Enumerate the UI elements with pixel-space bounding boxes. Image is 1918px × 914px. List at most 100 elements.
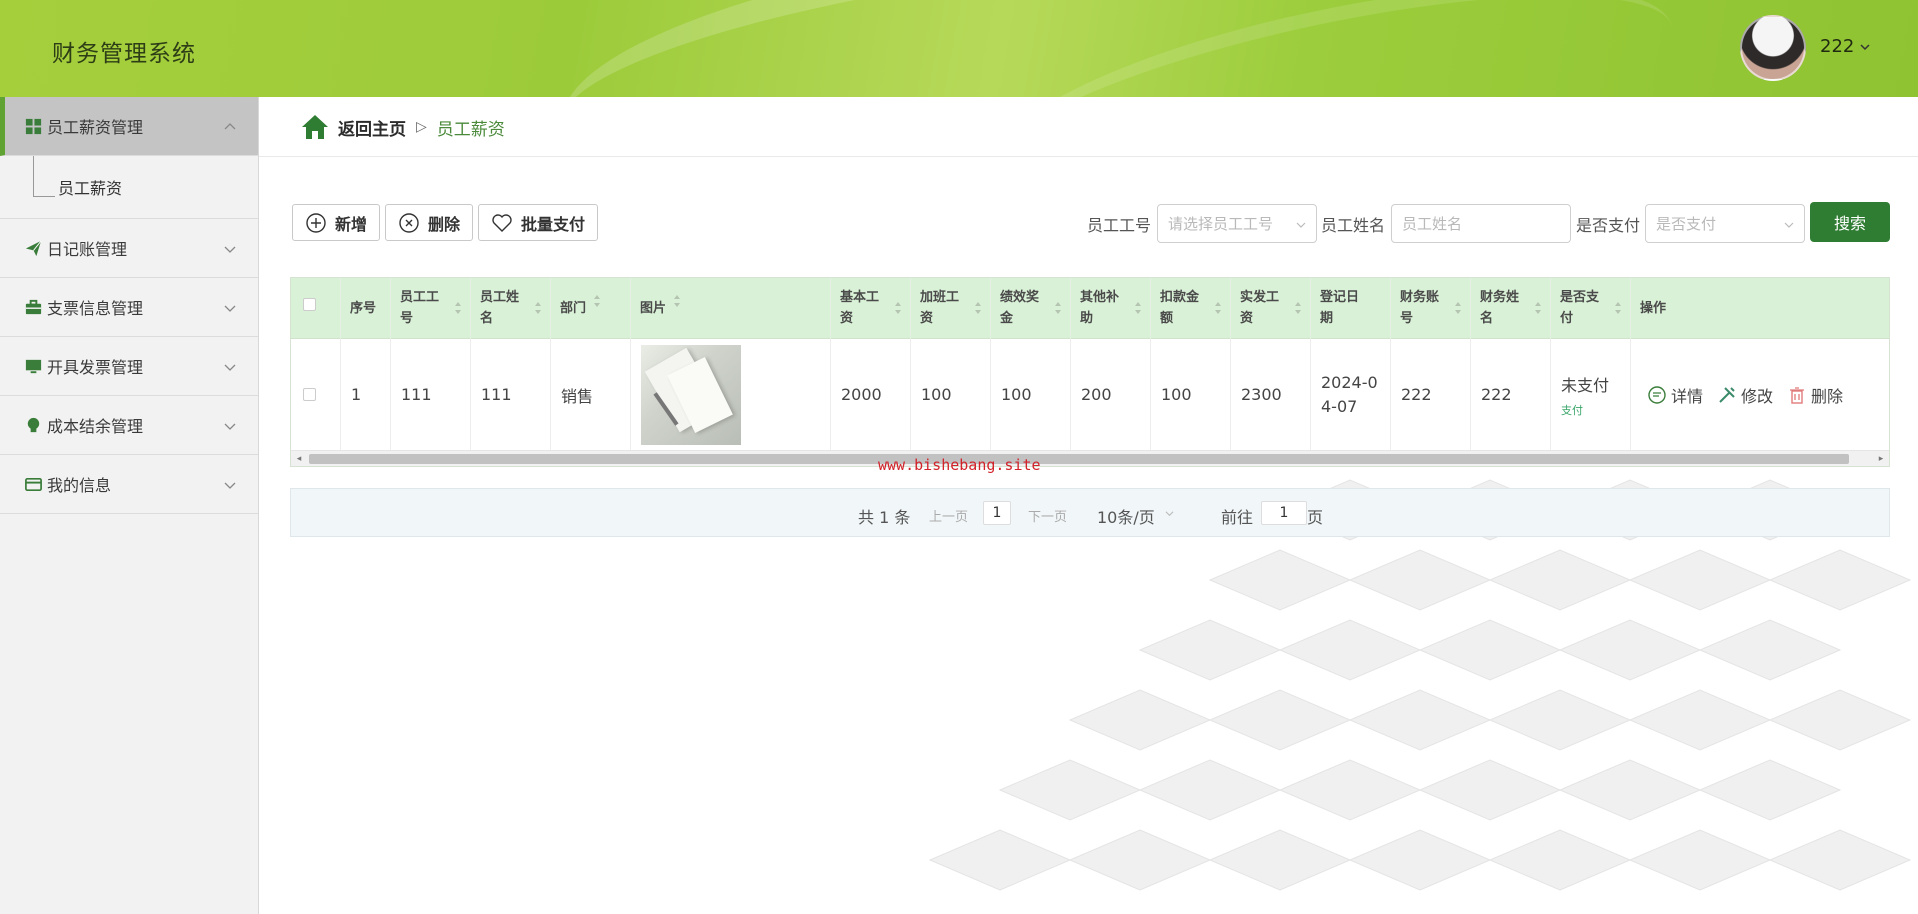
edit-button[interactable]: 修改 <box>1717 383 1773 407</box>
breadcrumb-home-link[interactable]: 返回主页 <box>338 115 406 140</box>
delete-row-label: 删除 <box>1811 386 1844 406</box>
sidebar-item-salary-management[interactable]: 员工薪资管理 <box>0 97 258 156</box>
prev-page-button[interactable]: 上一页 <box>929 506 968 525</box>
detail-button[interactable]: 详情 <box>1647 383 1703 407</box>
emp-name-field[interactable]: 员工姓名 <box>1391 204 1571 243</box>
search-button[interactable]: 搜索 <box>1810 202 1890 242</box>
card-icon <box>24 475 43 494</box>
delete-row-button[interactable]: 删除 <box>1787 383 1843 407</box>
col-header-image[interactable]: 图片 <box>631 278 831 339</box>
home-icon[interactable] <box>300 113 330 141</box>
col-header-paid[interactable]: 是否支 付 <box>1551 278 1631 339</box>
cell-actions: 详情 修改 删除 <box>1631 339 1889 450</box>
row-select-cell <box>291 339 341 450</box>
col-header-fin-name[interactable]: 财务姓 名 <box>1471 278 1551 339</box>
breadcrumb-current: 员工薪资 <box>436 119 505 140</box>
emp-name-placeholder: 员工姓名 <box>1402 215 1463 233</box>
col-header-allowance[interactable]: 其他补 助 <box>1071 278 1151 339</box>
col-header-overtime[interactable]: 加班工 资 <box>911 278 991 339</box>
horizontal-scrollbar[interactable]: ◂ ▸ <box>291 450 1889 466</box>
sidebar: 员工薪资管理 员工薪资 日记账管理 支票信息管理 开具发票管理 成本结余管理 我… <box>0 97 259 914</box>
pagination: 共 1 条 上一页 1 下一页 10条/页 前往 1 页 <box>290 488 1890 537</box>
plus-circle-icon <box>306 212 326 233</box>
grid-icon <box>24 117 43 136</box>
sort-icon <box>1055 302 1061 314</box>
col-header-emp-name[interactable]: 员工姓 名 <box>471 278 551 339</box>
trash-icon <box>1790 386 1805 404</box>
col-header-emp-no[interactable]: 员工工 号 <box>391 278 471 339</box>
col-header-actions: 操作 <box>1640 301 1667 316</box>
chevron-down-icon <box>224 482 236 489</box>
product-thumbnail[interactable] <box>641 344 741 445</box>
sidebar-item-invoice[interactable]: 开具发票管理 <box>0 337 258 396</box>
sidebar-item-cheque[interactable]: 支票信息管理 <box>0 278 258 337</box>
paid-select[interactable]: 是否支付 <box>1645 204 1805 243</box>
col-header-base-salary[interactable]: 基本工 资 <box>831 278 911 339</box>
salary-table: 序号 员工工 号 员工姓 名 部门 图片 基本工 资 加班工 资 绩效奖 金 其… <box>290 277 1890 467</box>
sidebar-item-label: 我的信息 <box>47 476 112 495</box>
pay-link[interactable]: 支付 <box>1561 402 1583 418</box>
col-header-label: 加班工 资 <box>920 290 960 326</box>
sort-icon <box>1455 302 1461 314</box>
delete-button[interactable]: 删除 <box>385 204 474 241</box>
briefcase-icon <box>24 298 43 317</box>
cell-fin-account: 222 <box>1391 339 1471 450</box>
col-header-bonus[interactable]: 绩效奖 金 <box>991 278 1071 339</box>
divider <box>259 156 1918 157</box>
close-circle-icon <box>399 212 419 233</box>
sidebar-item-label: 日记账管理 <box>47 240 128 259</box>
chevron-down-icon <box>224 423 236 430</box>
chevron-down-icon <box>224 364 236 371</box>
scroll-right-icon[interactable]: ▸ <box>1876 454 1886 464</box>
col-header-label: 实发工 资 <box>1240 290 1280 326</box>
col-header-label: 基本工 资 <box>840 290 880 326</box>
scrollbar-thumb[interactable] <box>309 454 1849 464</box>
goto-suffix: 页 <box>1307 508 1324 527</box>
pagination-total: 共 1 条 <box>858 508 911 527</box>
select-all-checkbox[interactable] <box>303 298 316 311</box>
col-header-index: 序号 <box>341 278 391 339</box>
cell-dept: 销售 <box>551 339 631 450</box>
col-header-dept[interactable]: 部门 <box>551 278 631 339</box>
user-menu[interactable]: 222 <box>1820 36 1870 57</box>
scroll-left-icon[interactable]: ◂ <box>294 454 304 464</box>
col-header-net-pay[interactable]: 实发工 资 <box>1231 278 1311 339</box>
next-page-button[interactable]: 下一页 <box>1028 506 1067 525</box>
cell-fin-name: 222 <box>1471 339 1551 450</box>
col-header-fin-account[interactable]: 财务账 号 <box>1391 278 1471 339</box>
user-name: 222 <box>1820 36 1855 57</box>
cell-paid: 未支付 支付 <box>1551 339 1631 450</box>
chevron-down-icon <box>1860 43 1870 50</box>
add-button-label: 新增 <box>335 214 368 234</box>
breadcrumb: 返回主页 ▷ 员工薪资 <box>300 112 505 142</box>
col-header-label: 财务账 号 <box>1400 290 1440 326</box>
batch-pay-button[interactable]: 批量支付 <box>478 204 599 241</box>
sidebar-item-cost[interactable]: 成本结余管理 <box>0 396 258 455</box>
emp-no-select[interactable]: 请选择员工工号 <box>1157 204 1317 243</box>
paid-placeholder: 是否支付 <box>1656 215 1717 233</box>
col-header-date[interactable]: 登记日 期 <box>1311 278 1391 339</box>
sort-icon <box>535 302 541 314</box>
sidebar-item-journal[interactable]: 日记账管理 <box>0 219 258 278</box>
cell-index: 1 <box>341 339 391 450</box>
col-header-deduction[interactable]: 扣款金 额 <box>1151 278 1231 339</box>
row-checkbox[interactable] <box>303 388 316 401</box>
sort-icon <box>1535 302 1541 314</box>
avatar[interactable] <box>1740 15 1806 81</box>
cell-overtime: 100 <box>911 339 991 450</box>
sort-icon <box>1615 302 1621 314</box>
col-header-label: 其他补 助 <box>1080 290 1120 326</box>
lightbulb-icon <box>24 416 43 435</box>
emp-no-label: 员工工号 <box>1087 216 1152 235</box>
sidebar-subitem-salary[interactable]: 员工薪资 <box>0 156 258 219</box>
sort-icon <box>594 295 600 307</box>
page-size-select[interactable]: 10条/页 <box>1097 504 1155 528</box>
current-page[interactable]: 1 <box>983 501 1011 525</box>
paid-label: 是否支付 <box>1576 216 1641 235</box>
goto-page-input[interactable]: 1 <box>1261 501 1307 525</box>
heart-icon <box>492 213 512 232</box>
chevron-down-icon <box>1165 511 1174 517</box>
sidebar-item-my-info[interactable]: 我的信息 <box>0 455 258 514</box>
add-button[interactable]: 新增 <box>292 204 381 241</box>
chevron-down-icon <box>224 246 236 253</box>
